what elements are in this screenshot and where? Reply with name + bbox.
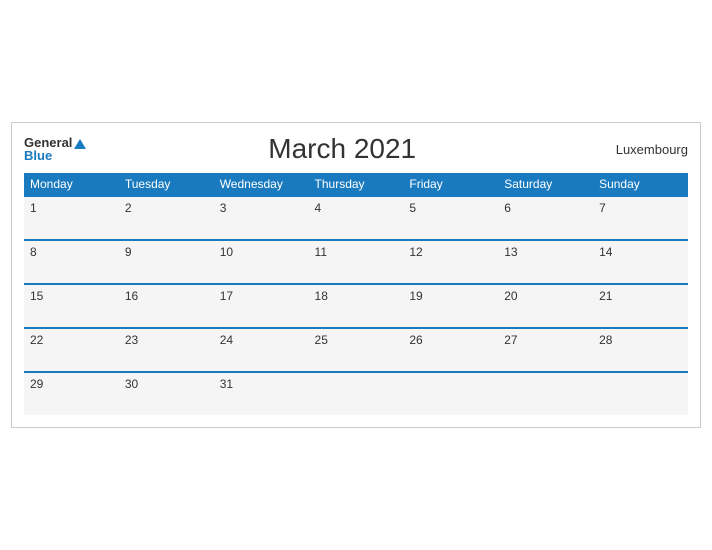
calendar-day-cell[interactable]: 22 — [24, 328, 119, 372]
calendar-day-cell[interactable]: 31 — [214, 372, 309, 415]
calendar-day-cell[interactable]: 7 — [593, 196, 688, 240]
calendar-day-cell[interactable]: 17 — [214, 284, 309, 328]
calendar-day-cell[interactable]: 25 — [309, 328, 404, 372]
calendar-day-cell[interactable]: 21 — [593, 284, 688, 328]
calendar-day-cell[interactable]: 10 — [214, 240, 309, 284]
calendar-day-cell[interactable]: 4 — [309, 196, 404, 240]
calendar-day-cell[interactable]: 9 — [119, 240, 214, 284]
calendar-day-cell[interactable]: 19 — [403, 284, 498, 328]
calendar-day-cell[interactable]: 3 — [214, 196, 309, 240]
calendar-day-cell[interactable]: 30 — [119, 372, 214, 415]
calendar-day-cell[interactable]: 26 — [403, 328, 498, 372]
calendar-day-cell[interactable]: 12 — [403, 240, 498, 284]
calendar-day-cell — [593, 372, 688, 415]
calendar-day-cell[interactable]: 28 — [593, 328, 688, 372]
col-wednesday: Wednesday — [214, 173, 309, 196]
calendar-day-cell[interactable]: 20 — [498, 284, 593, 328]
calendar-day-cell[interactable]: 16 — [119, 284, 214, 328]
calendar-title: March 2021 — [86, 133, 598, 165]
logo-triangle-icon — [74, 139, 86, 149]
calendar-day-cell[interactable]: 8 — [24, 240, 119, 284]
calendar-day-cell[interactable]: 18 — [309, 284, 404, 328]
calendar-day-cell[interactable]: 5 — [403, 196, 498, 240]
calendar-day-cell[interactable]: 27 — [498, 328, 593, 372]
calendar: General Blue March 2021 Luxembourg Monda… — [11, 122, 701, 428]
col-tuesday: Tuesday — [119, 173, 214, 196]
col-friday: Friday — [403, 173, 498, 196]
calendar-week-row: 891011121314 — [24, 240, 688, 284]
calendar-day-cell[interactable]: 15 — [24, 284, 119, 328]
calendar-day-cell[interactable]: 6 — [498, 196, 593, 240]
calendar-day-cell — [309, 372, 404, 415]
country-label: Luxembourg — [598, 142, 688, 157]
col-saturday: Saturday — [498, 173, 593, 196]
calendar-day-cell — [403, 372, 498, 415]
calendar-day-cell — [498, 372, 593, 415]
calendar-day-cell[interactable]: 14 — [593, 240, 688, 284]
calendar-day-cell[interactable]: 13 — [498, 240, 593, 284]
calendar-day-cell[interactable]: 1 — [24, 196, 119, 240]
calendar-week-row: 15161718192021 — [24, 284, 688, 328]
calendar-week-row: 22232425262728 — [24, 328, 688, 372]
calendar-day-cell[interactable]: 11 — [309, 240, 404, 284]
weekday-header-row: Monday Tuesday Wednesday Thursday Friday… — [24, 173, 688, 196]
calendar-grid: Monday Tuesday Wednesday Thursday Friday… — [24, 173, 688, 415]
calendar-week-row: 293031 — [24, 372, 688, 415]
calendar-day-cell[interactable]: 23 — [119, 328, 214, 372]
calendar-week-row: 1234567 — [24, 196, 688, 240]
calendar-header: General Blue March 2021 Luxembourg — [24, 133, 688, 165]
logo-blue-text: Blue — [24, 149, 86, 162]
logo: General Blue — [24, 136, 86, 162]
col-monday: Monday — [24, 173, 119, 196]
calendar-day-cell[interactable]: 29 — [24, 372, 119, 415]
col-thursday: Thursday — [309, 173, 404, 196]
calendar-day-cell[interactable]: 2 — [119, 196, 214, 240]
calendar-day-cell[interactable]: 24 — [214, 328, 309, 372]
col-sunday: Sunday — [593, 173, 688, 196]
